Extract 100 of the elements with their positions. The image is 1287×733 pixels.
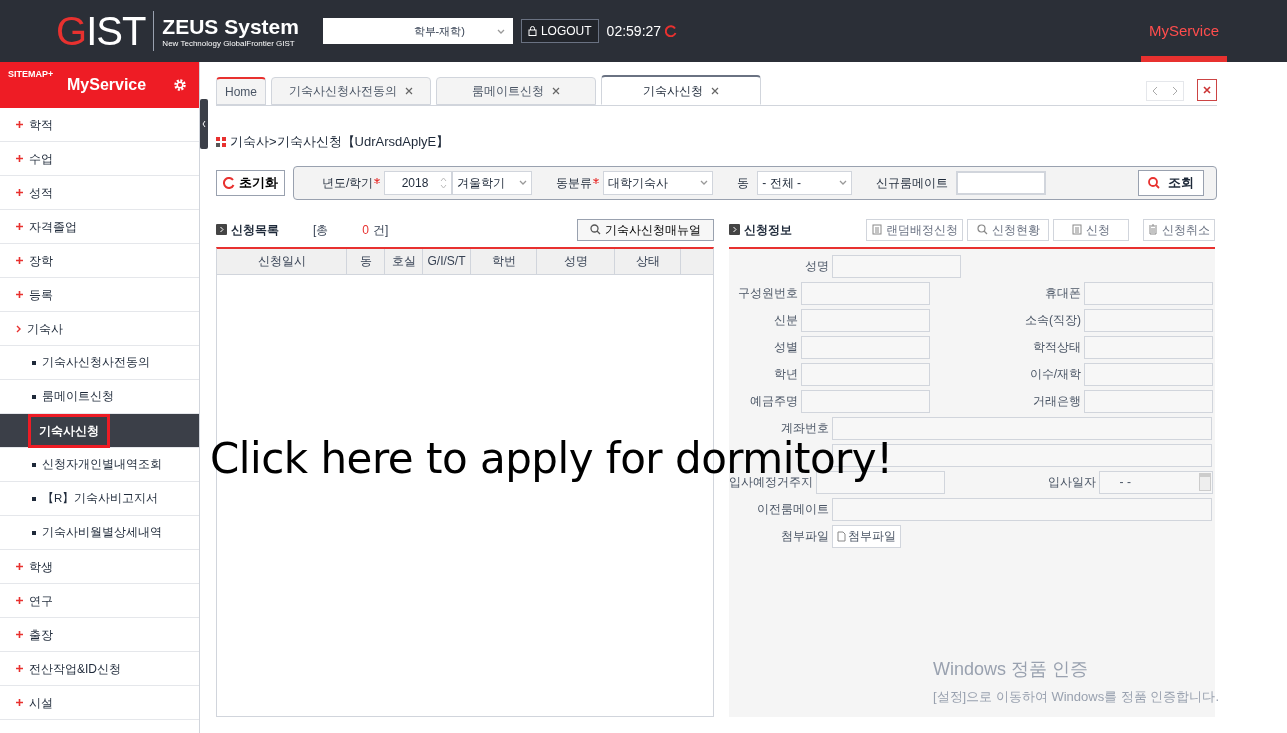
- chevron-down-icon: [496, 28, 505, 34]
- tab[interactable]: Home: [216, 77, 266, 105]
- user-select[interactable]: 학부-재학): [322, 18, 513, 44]
- action-button[interactable]: 신청현황: [967, 218, 1049, 241]
- sidebar-item[interactable]: 장학: [0, 244, 199, 278]
- lock-icon: [527, 26, 537, 36]
- field-label: 휴대폰: [1044, 285, 1082, 302]
- field-label: 계좌번호: [780, 420, 830, 437]
- activation-title: Windows 정품 인증: [933, 658, 1090, 681]
- field-label: 첨부파일: [780, 528, 830, 545]
- field-label: 거래은행: [1032, 393, 1082, 410]
- sidebar-item[interactable]: 등록: [0, 278, 199, 312]
- close-icon[interactable]: [711, 86, 719, 95]
- tab[interactable]: 룸메이트신청: [436, 77, 596, 105]
- sidebar-item[interactable]: 연구: [0, 584, 199, 618]
- reset-button[interactable]: 초기화: [216, 169, 285, 196]
- refresh-icon: [223, 176, 235, 189]
- section-marker-icon: [729, 224, 740, 235]
- tab-scroll-control[interactable]: [1146, 81, 1184, 101]
- sidebar-item[interactable]: 출장: [0, 618, 199, 652]
- field-label: 성명: [804, 258, 830, 275]
- field-label: 구성원번호: [736, 285, 799, 302]
- sidebar-item[interactable]: 자격졸업: [0, 210, 199, 244]
- date-field[interactable]: - -: [1098, 470, 1213, 494]
- close-icon[interactable]: [405, 87, 413, 95]
- gist-logo[interactable]: GIST: [56, 11, 155, 51]
- input-field[interactable]: [832, 416, 1212, 440]
- sidebar-subitem[interactable]: 기숙사신청: [0, 414, 199, 448]
- year-spinner[interactable]: 2018: [384, 170, 453, 195]
- close-icon[interactable]: [552, 87, 560, 95]
- action-button[interactable]: 신청취소: [1143, 218, 1215, 241]
- action-button[interactable]: 신청: [1053, 218, 1129, 241]
- field-label: 신규룸메이트: [876, 174, 949, 192]
- chevron-right-icon: [16, 324, 21, 333]
- input-field[interactable]: [1084, 389, 1213, 413]
- tab[interactable]: 기숙사신청: [601, 75, 761, 105]
- settings-icon[interactable]: [173, 78, 187, 92]
- input-field[interactable]: [800, 335, 930, 359]
- column-header: 호실: [385, 248, 423, 274]
- sidebar-item[interactable]: 기숙사: [0, 312, 199, 346]
- column-header: 성명: [537, 248, 615, 274]
- calendar-icon[interactable]: [1199, 473, 1211, 491]
- input-field[interactable]: [832, 254, 961, 278]
- sidebar-subitem[interactable]: 【R】기숙사비고지서: [0, 482, 199, 516]
- sidebar-title: MyService: [67, 75, 147, 95]
- section-title: 신청정보: [744, 221, 792, 239]
- search-icon: [1148, 176, 1160, 189]
- input-field[interactable]: [1084, 308, 1213, 332]
- action-button[interactable]: 랜덤배정신청: [866, 218, 963, 241]
- field-label: 이수/재학: [1028, 366, 1082, 383]
- sidebar-subitem[interactable]: 기숙사신청사전동의: [0, 346, 199, 380]
- manual-button[interactable]: 기숙사신청매뉴얼: [577, 218, 714, 241]
- spinner-icon[interactable]: [440, 175, 448, 190]
- input-field[interactable]: [800, 308, 930, 332]
- sidebar-item[interactable]: 학생: [0, 550, 199, 584]
- search-button[interactable]: 조회: [1138, 169, 1204, 196]
- close-icon[interactable]: [1197, 79, 1217, 101]
- roommate-field[interactable]: [956, 170, 1047, 195]
- input-field[interactable]: [1084, 335, 1213, 359]
- refresh-icon[interactable]: [665, 25, 678, 37]
- plus-icon: [16, 223, 23, 230]
- field-label: 성별: [772, 339, 799, 356]
- plus-icon: [16, 257, 23, 264]
- tab[interactable]: 기숙사신청사전동의: [271, 77, 431, 105]
- search-icon: [590, 224, 601, 235]
- logout-button[interactable]: LOGOUT: [520, 19, 599, 43]
- sidebar-item[interactable]: 시설: [0, 686, 199, 720]
- sidebar-item[interactable]: 전산작업&ID신청: [0, 652, 199, 686]
- sidebar-item[interactable]: 성적: [0, 176, 199, 210]
- nav-tab[interactable]: MyService: [1141, 0, 1227, 62]
- plus-icon: [16, 699, 23, 706]
- input-field[interactable]: [800, 362, 930, 386]
- section-title: 신청목록: [231, 221, 279, 239]
- field-label: 예금주명: [748, 393, 799, 410]
- sidebar-item[interactable]: 수업: [0, 142, 199, 176]
- collapse-handle-icon[interactable]: [200, 99, 208, 149]
- input-field[interactable]: [832, 497, 1212, 521]
- plus-icon: [16, 597, 23, 604]
- chevron-down-icon: [700, 180, 709, 185]
- column-header: G/I/S/T: [423, 248, 471, 274]
- column-header: 동: [347, 248, 385, 274]
- activation-text: [설정]으로 이동하여 Windows를 정품 인증합니다.: [933, 688, 1220, 706]
- input-field[interactable]: [1084, 281, 1213, 305]
- sidebar-subitem[interactable]: 신청자개인별내역조회: [0, 448, 199, 482]
- input-field[interactable]: [800, 281, 930, 305]
- sidebar-item[interactable]: 학적: [0, 108, 199, 142]
- term-select[interactable]: 겨울학기: [452, 170, 533, 195]
- sidebar-subitem[interactable]: 기숙사비월별상세내역: [0, 516, 199, 550]
- input-field[interactable]: [1084, 362, 1213, 386]
- field-label: 이전룸메이트: [756, 501, 830, 518]
- count-label: [총: [313, 221, 329, 239]
- input-field[interactable]: [800, 389, 930, 413]
- building-select[interactable]: - 전체 -: [757, 170, 853, 195]
- attach-file-button[interactable]: 첨부파일: [832, 524, 901, 548]
- count-value: 0: [362, 221, 370, 239]
- file-icon: [837, 530, 846, 542]
- field-label: 년도/학기: [322, 174, 374, 192]
- field-label: 동분류: [556, 174, 593, 192]
- sitemap-link[interactable]: SITEMAP+: [8, 68, 54, 82]
- building-type-select[interactable]: 대학기숙사: [603, 170, 714, 195]
